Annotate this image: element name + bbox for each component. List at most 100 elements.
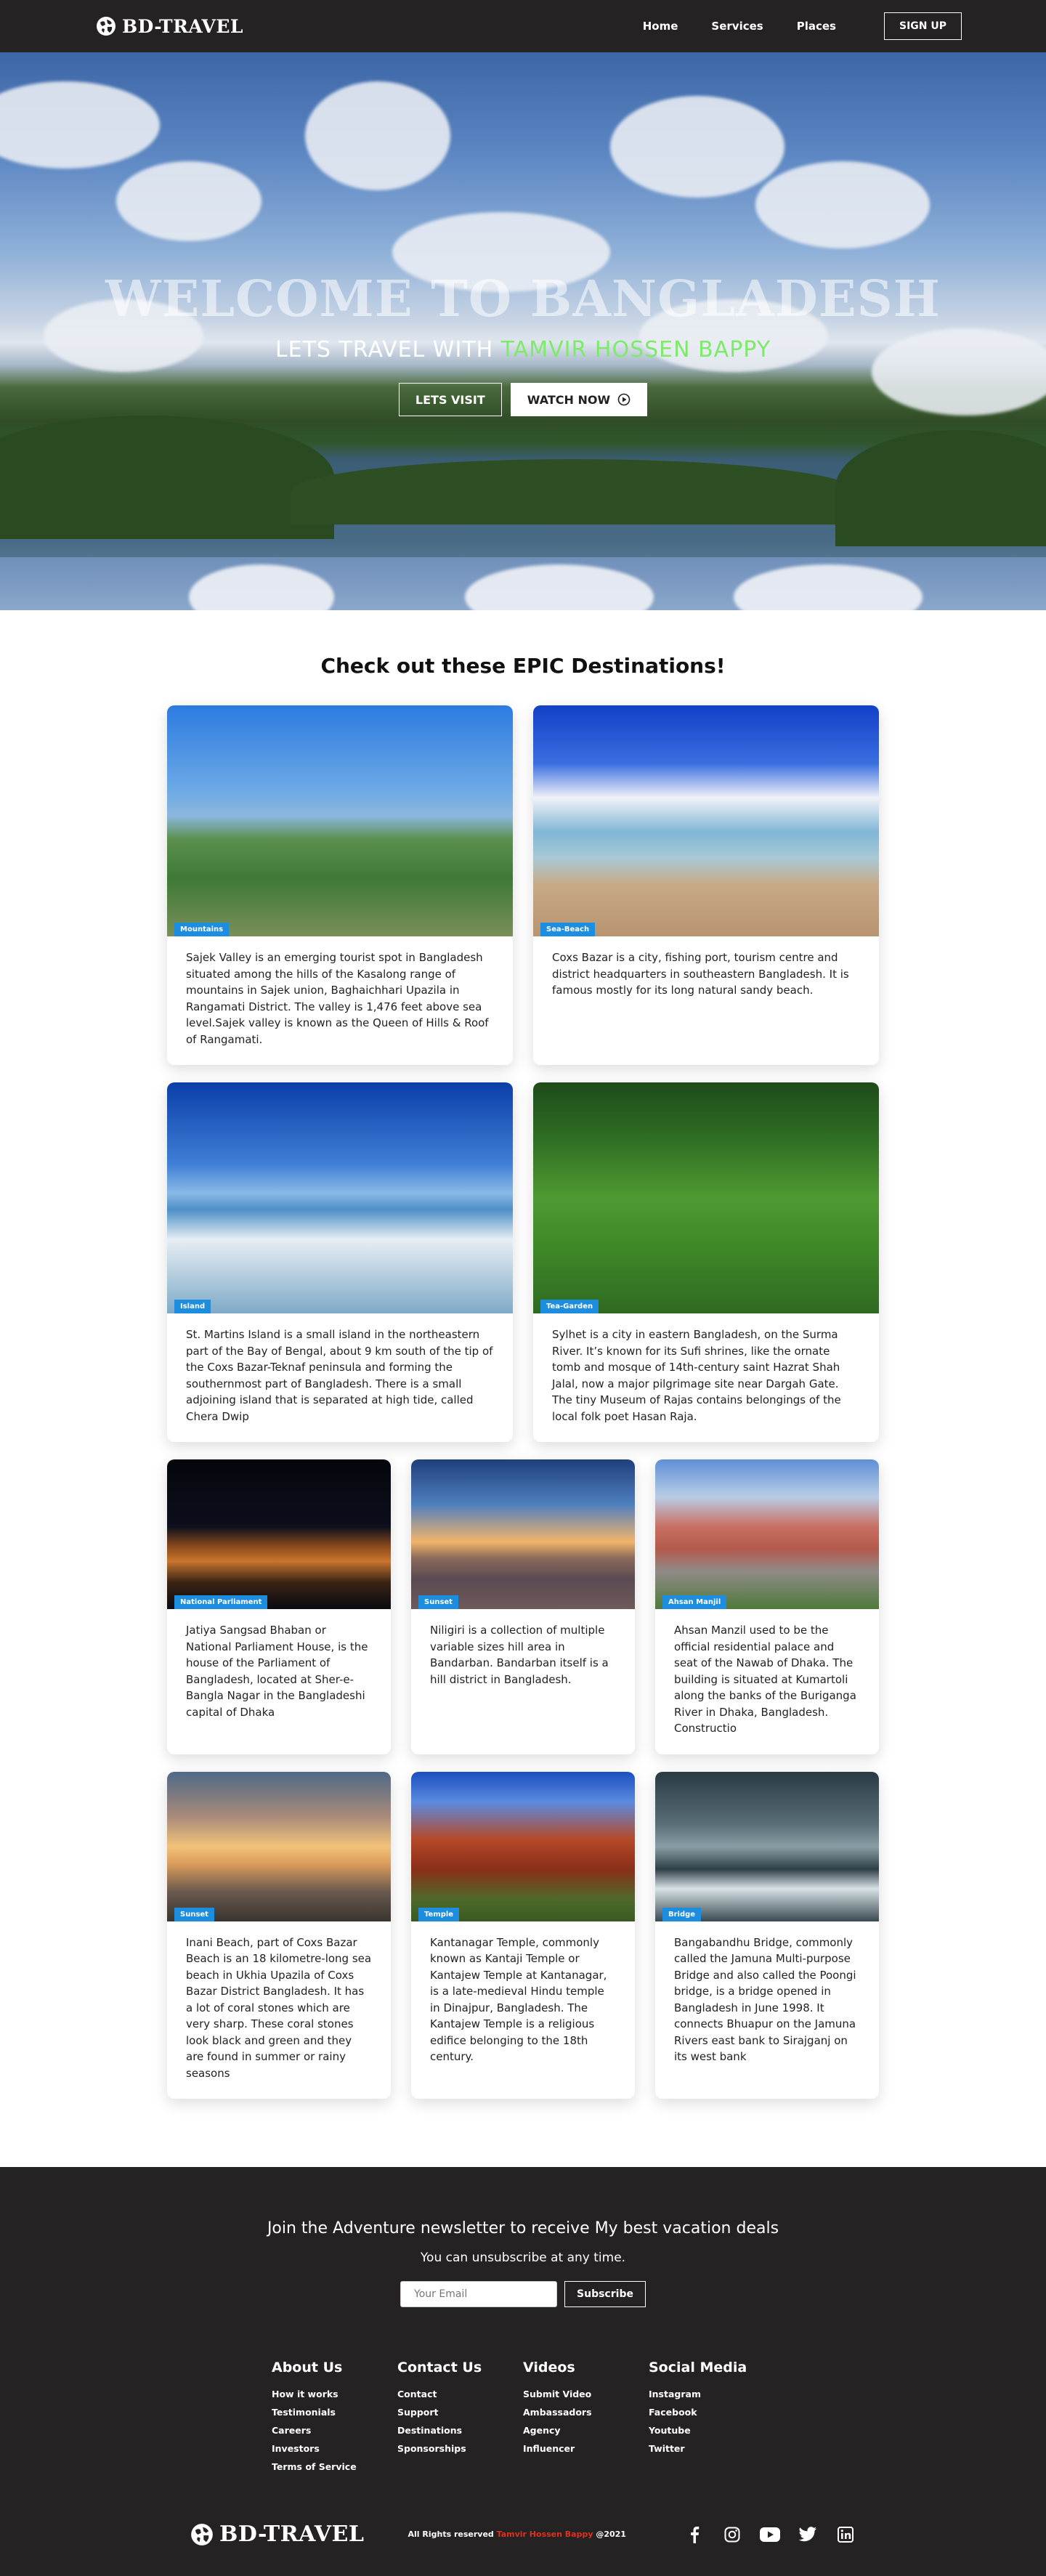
footer-link[interactable]: Agency — [523, 2425, 649, 2436]
hero-buttons: LETS VISIT WATCH NOW — [0, 383, 1046, 416]
watch-now-label: WATCH NOW — [527, 392, 611, 407]
footer-link[interactable]: Contact — [397, 2389, 523, 2399]
newsletter-title: Join the Adventure newsletter to receive… — [267, 2219, 779, 2237]
destination-card[interactable]: Temple Kantanagar Temple, commonly known… — [411, 1771, 635, 2099]
hill-shape — [835, 430, 1046, 546]
footer-link[interactable]: Instagram — [649, 2389, 774, 2399]
card-image-ahsan-manjil: Ahsan Manjil — [655, 1459, 879, 1609]
footer-link[interactable]: Destinations — [397, 2425, 523, 2436]
signup-button[interactable]: SIGN UP — [883, 12, 962, 40]
hill-shape — [0, 416, 334, 539]
newsletter: Join the Adventure newsletter to receive… — [0, 2219, 1046, 2307]
hero-subtitle-prefix: LETS TRAVEL WITH — [275, 337, 501, 362]
card-description: Ahsan Manzil used to be the official res… — [674, 1624, 856, 1735]
card-image-inani: Sunset — [167, 1771, 391, 1921]
cloud-shape — [0, 81, 160, 169]
footer-column-contact: Contact Us Contact Support Destinations … — [397, 2360, 523, 2479]
footer-column-title: About Us — [272, 2360, 343, 2375]
globe-icon — [191, 2523, 213, 2545]
cloud-shape — [610, 96, 784, 198]
destination-card[interactable]: Tea-Garden Sylhet is a city in eastern B… — [533, 1082, 879, 1442]
footer-link[interactable]: Submit Video — [523, 2389, 649, 2399]
card-image-parliament: National Parliament — [167, 1459, 391, 1609]
card-badge: Sea-Beach — [540, 923, 596, 936]
nav-places-link[interactable]: Places — [797, 20, 836, 33]
footer-links: About Us How it works Testimonials Caree… — [0, 2360, 1046, 2479]
destination-card[interactable]: Mountains Sajek Valley is an emerging to… — [167, 705, 513, 1065]
navbar: BD-TRAVEL Home Services Places SIGN UP — [0, 0, 1046, 52]
watch-now-button[interactable]: WATCH NOW — [510, 383, 648, 416]
social-icons — [684, 2524, 856, 2545]
facebook-icon[interactable] — [684, 2524, 705, 2545]
footer-column-title: Contact Us — [397, 2360, 482, 2375]
lets-visit-button[interactable]: LETS VISIT — [398, 383, 502, 416]
footer-link[interactable]: Support — [397, 2407, 523, 2418]
footer-link[interactable]: Youtube — [649, 2425, 774, 2436]
nav-home-link[interactable]: Home — [643, 20, 678, 33]
footer-link[interactable]: Ambassadors — [523, 2407, 649, 2418]
destination-card[interactable]: Sunset Inani Beach, part of Coxs Bazar B… — [167, 1771, 391, 2099]
hero-content: WELCOME TO BANGLADESH LETS TRAVEL WITH T… — [0, 270, 1046, 416]
card-image-sajek: Mountains — [167, 705, 513, 936]
email-input[interactable] — [400, 2281, 558, 2307]
brand-name: BD-TRAVEL — [122, 15, 243, 37]
card-description: Niligiri is a collection of multiple var… — [430, 1624, 609, 1686]
cloud-shape — [465, 564, 654, 610]
card-image-bangabandhu-bridge: Bridge — [655, 1771, 879, 1921]
nav-services-link[interactable]: Services — [711, 20, 763, 33]
footer-link[interactable]: Sponsorships — [397, 2443, 523, 2454]
footer-column-title: Social Media — [649, 2360, 747, 2375]
destination-card[interactable]: Sea-Beach Coxs Bazar is a city, fishing … — [533, 705, 879, 1065]
card-badge: National Parliament — [174, 1595, 268, 1609]
footer-link[interactable]: Investors — [272, 2443, 397, 2454]
card-description: Sajek Valley is an emerging tourist spot… — [186, 951, 489, 1046]
card-badge: Island — [174, 1300, 211, 1313]
footer-link[interactable]: Facebook — [649, 2407, 774, 2418]
card-badge: Sunset — [174, 1907, 214, 1921]
cloud-shape — [116, 161, 262, 241]
cloud-shape — [734, 564, 923, 610]
footer-brand-logo[interactable]: BD-TRAVEL — [190, 2522, 365, 2547]
card-image-nilgiri: Sunset — [411, 1459, 635, 1609]
destination-card[interactable]: National Parliament Jatiya Sangsad Bhaba… — [167, 1459, 391, 1754]
footer-link[interactable]: Twitter — [649, 2443, 774, 2454]
card-row: National Parliament Jatiya Sangsad Bhaba… — [167, 1459, 879, 1754]
youtube-icon[interactable] — [759, 2524, 780, 2545]
card-description: Sylhet is a city in eastern Bangladesh, … — [552, 1328, 841, 1423]
copyright-year: @2021 — [593, 2530, 626, 2539]
footer-link[interactable]: Terms of Service — [272, 2461, 397, 2472]
footer-column-social: Social Media Instagram Facebook Youtube … — [649, 2360, 774, 2479]
copyright: All Rights reserved Tamvir Hossen Bappy … — [408, 2530, 626, 2539]
destinations-section: Check out these EPIC Destinations! Mount… — [0, 610, 1046, 2167]
cloud-shape — [755, 161, 930, 248]
card-badge: Mountains — [174, 923, 230, 936]
footer-link[interactable]: Testimonials — [272, 2407, 397, 2418]
card-badge: Tea-Garden — [540, 1300, 599, 1313]
destination-card[interactable]: Ahsan Manjil Ahsan Manzil used to be the… — [655, 1459, 879, 1754]
destination-card[interactable]: Island St. Martins Island is a small isl… — [167, 1082, 513, 1442]
hero-section: WELCOME TO BANGLADESH LETS TRAVEL WITH T… — [0, 52, 1046, 610]
twitter-icon[interactable] — [798, 2524, 818, 2545]
linkedin-icon[interactable] — [835, 2524, 856, 2545]
hero-subtitle-highlight: TAMVIR HOSSEN BAPPY — [500, 337, 771, 362]
footer-column-title: Videos — [523, 2360, 575, 2375]
hero-subtitle: LETS TRAVEL WITH TAMVIR HOSSEN BAPPY — [0, 337, 1046, 362]
card-badge: Ahsan Manjil — [662, 1595, 727, 1609]
footer-link[interactable]: How it works — [272, 2389, 397, 2399]
card-image-coxs-bazar: Sea-Beach — [533, 705, 879, 936]
card-row: Mountains Sajek Valley is an emerging to… — [167, 705, 879, 1065]
destination-card[interactable]: Bridge Bangabandhu Bridge, commonly call… — [655, 1771, 879, 2099]
instagram-icon[interactable] — [722, 2524, 742, 2545]
card-row: Sunset Inani Beach, part of Coxs Bazar B… — [167, 1771, 879, 2099]
card-description: Jatiya Sangsad Bhaban or National Parlia… — [186, 1624, 368, 1719]
copyright-prefix: All Rights reserved — [408, 2530, 497, 2539]
brand-logo[interactable]: BD-TRAVEL — [96, 16, 243, 37]
cards-grid: Mountains Sajek Valley is an emerging to… — [167, 705, 879, 2099]
card-description: Inani Beach, part of Coxs Bazar Beach is… — [186, 1935, 372, 2080]
hill-shape — [291, 459, 857, 524]
card-image-kantaji: Temple — [411, 1771, 635, 1921]
subscribe-button[interactable]: Subscribe — [564, 2281, 646, 2307]
destination-card[interactable]: Sunset Niligiri is a collection of multi… — [411, 1459, 635, 1754]
footer-link[interactable]: Careers — [272, 2425, 397, 2436]
footer-link[interactable]: Influencer — [523, 2443, 649, 2454]
